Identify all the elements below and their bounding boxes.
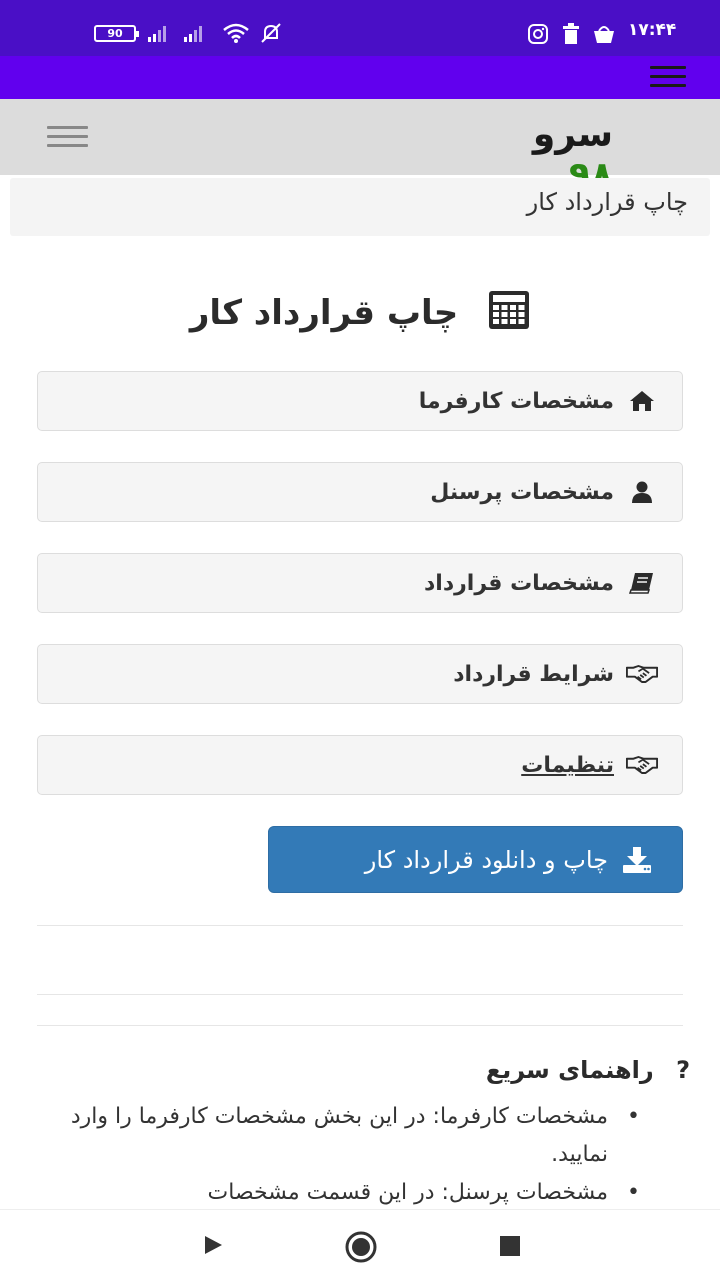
signal-icon	[148, 26, 166, 42]
handshake-icon	[626, 662, 658, 686]
signal-icon	[184, 26, 202, 42]
divider	[37, 1025, 683, 1026]
site-logo[interactable]: سرو ۹۸	[478, 114, 613, 196]
guide-list: مشخصات کارفرما: در این بخش مشخصات کارفرم…	[40, 1098, 640, 1212]
recents-icon[interactable]	[499, 1235, 521, 1257]
section-label: مشخصات پرسنل	[430, 479, 614, 505]
system-nav-bar	[0, 1209, 720, 1280]
guide-title: ? راهنمای سریع	[300, 1056, 690, 1092]
home-button-icon[interactable]	[344, 1230, 378, 1264]
basket-icon	[594, 26, 614, 43]
divider	[37, 994, 683, 995]
status-time: ۱۷:۴۴	[628, 20, 677, 40]
back-icon[interactable]	[202, 1234, 224, 1256]
question-icon: ?	[676, 1056, 690, 1084]
page-title: چاپ قرارداد کار	[100, 290, 620, 350]
section-settings[interactable]: تنظیمات	[37, 735, 683, 795]
page-title-text: چاپ قرارداد کار	[189, 293, 459, 333]
list-item: مشخصات پرسنل: در این قسمت مشخصات	[40, 1174, 640, 1212]
notifications-off-icon	[261, 23, 281, 43]
user-icon	[626, 480, 658, 504]
section-label: شرایط قرارداد	[453, 661, 614, 687]
section-employer[interactable]: مشخصات کارفرما	[37, 371, 683, 431]
section-terms[interactable]: شرایط قرارداد	[37, 644, 683, 704]
print-download-button[interactable]: چاپ و دانلود قرارداد کار	[268, 826, 683, 893]
divider	[37, 925, 683, 926]
breadcrumb-current: چاپ قرارداد کار	[526, 188, 688, 216]
breadcrumb: چاپ قرارداد کار	[10, 178, 710, 236]
section-label: مشخصات قرارداد	[424, 570, 614, 596]
status-bar: 90 ۱۷:۴۴	[0, 0, 720, 56]
section-label: مشخصات کارفرما	[418, 388, 614, 414]
instagram-icon	[528, 24, 548, 44]
handshake-icon	[626, 753, 658, 777]
section-contract[interactable]: مشخصات قرارداد	[37, 553, 683, 613]
home-icon	[626, 389, 658, 413]
list-item: مشخصات کارفرما: در این بخش مشخصات کارفرم…	[40, 1098, 640, 1174]
section-personnel[interactable]: مشخصات پرسنل	[37, 462, 683, 522]
book-icon	[626, 571, 658, 595]
guide-title-text: راهنمای سریع	[485, 1056, 654, 1084]
section-label: تنظیمات	[521, 752, 614, 778]
top-nav-bar	[0, 56, 720, 99]
battery-indicator: 90	[94, 25, 139, 42]
print-download-label: چاپ و دانلود قرارداد کار	[364, 845, 608, 874]
trash-icon	[563, 23, 579, 44]
menu-icon[interactable]	[650, 66, 686, 88]
wifi-icon	[223, 23, 249, 43]
logo-word: سرو	[532, 114, 613, 155]
calculator-icon	[488, 290, 530, 339]
menu-icon[interactable]	[47, 126, 88, 148]
download-icon	[622, 846, 652, 873]
